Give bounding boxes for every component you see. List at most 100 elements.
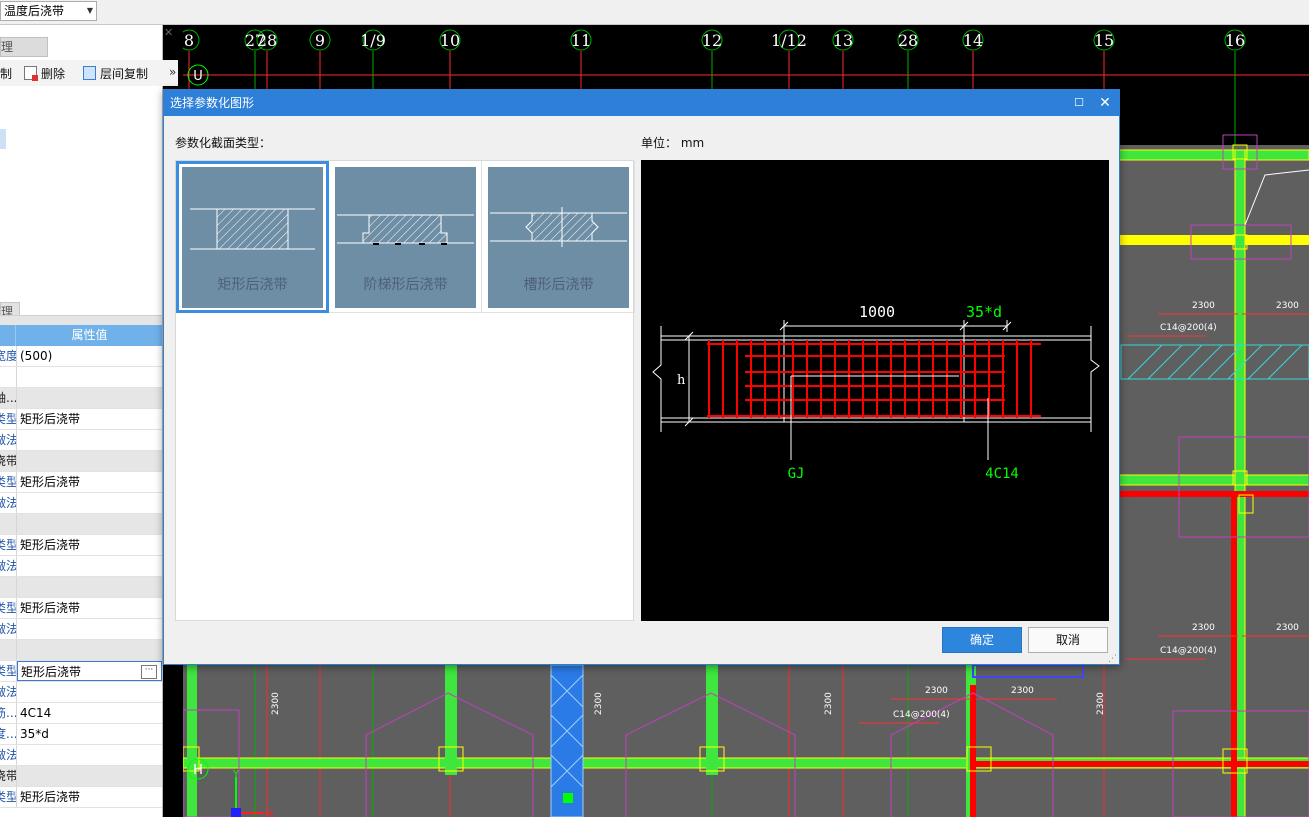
prop-value-text: 35*d xyxy=(20,727,49,741)
cancel-button[interactable]: 取消 xyxy=(1028,627,1108,653)
prop-value-editor[interactable]: 矩形后浇带 ··· xyxy=(17,661,162,681)
props-row[interactable]: 筋...4C14 xyxy=(0,703,162,724)
prop-value[interactable]: 矩形后浇带 xyxy=(17,598,162,618)
shape-label-step: 阶梯形后浇带 xyxy=(363,277,448,293)
props-row[interactable] xyxy=(0,367,162,388)
shape-tile-step[interactable]: 阶梯形后浇带 xyxy=(329,161,482,313)
props-row[interactable]: 类型矩形后浇带 xyxy=(0,409,162,430)
axis-label: 8 xyxy=(184,31,194,50)
props-row[interactable]: 做法 xyxy=(0,493,162,514)
dimension-text: 2300 xyxy=(925,686,948,696)
prop-value[interactable] xyxy=(17,388,162,408)
beam-yellow xyxy=(1113,235,1309,245)
row-label-U: U xyxy=(193,69,203,84)
chevron-down-icon: ▼ xyxy=(86,6,93,15)
props-row[interactable]: 类型矩形后浇带 xyxy=(0,535,162,556)
floor-copy-icon xyxy=(83,66,96,80)
props-group-row[interactable]: 浇带 xyxy=(0,451,162,472)
props-group-row[interactable]: 轴... xyxy=(0,388,162,409)
axis-label: 14 xyxy=(963,31,983,50)
prop-name: 度... xyxy=(0,724,17,744)
close-icon[interactable]: ✕ xyxy=(1098,90,1112,116)
preview-background xyxy=(641,160,1109,621)
tree-selected-row[interactable] xyxy=(0,129,6,149)
props-group-row[interactable] xyxy=(0,577,162,598)
prop-value[interactable] xyxy=(17,514,162,534)
rect-post-cast-thumbnail: 矩形后浇带 xyxy=(182,167,323,308)
props-row[interactable]: 做法 xyxy=(0,745,162,766)
more-actions-button[interactable]: » xyxy=(169,65,176,79)
prop-value[interactable]: 35*d xyxy=(17,724,162,744)
prop-value[interactable] xyxy=(17,640,162,660)
ellipsis-icon[interactable]: ··· xyxy=(141,665,157,679)
props-header-value: 属性值 xyxy=(71,328,108,342)
prop-value[interactable] xyxy=(17,682,162,702)
prop-value[interactable]: (500) xyxy=(17,346,162,366)
props-row[interactable]: 类型矩形后浇带 ··· xyxy=(0,661,162,682)
prop-value[interactable]: 矩形后浇带 xyxy=(17,787,162,807)
dimension-text: 2300 xyxy=(824,692,834,715)
prop-name: 类型 xyxy=(0,598,17,618)
prop-value-text: 矩形后浇带 xyxy=(20,790,81,804)
axis-label: 11 xyxy=(571,31,591,50)
props-row[interactable]: 做法 xyxy=(0,619,162,640)
ucs-y-label: Y xyxy=(232,769,240,780)
shape-label-rect: 矩形后浇带 xyxy=(217,277,288,293)
lap-dim-text: 35*d xyxy=(966,303,1002,321)
props-row[interactable]: 宽度(500) xyxy=(0,346,162,367)
prop-name: 类型 xyxy=(0,787,17,807)
prop-value[interactable]: 矩形后浇带 xyxy=(17,472,162,492)
floor-copy-button[interactable]: 层间复制 xyxy=(83,65,148,82)
prop-value[interactable] xyxy=(17,556,162,576)
red-beam-v2 xyxy=(970,685,976,817)
prop-value[interactable] xyxy=(17,367,162,387)
tab-manage[interactable]: 管理 xyxy=(0,37,48,57)
props-row[interactable]: 度...35*d xyxy=(0,724,162,745)
prop-value[interactable] xyxy=(17,493,162,513)
prop-name: 做法 xyxy=(0,493,17,513)
prop-value[interactable] xyxy=(17,430,162,450)
prop-value[interactable] xyxy=(17,577,162,597)
axis-label: 15 xyxy=(1094,31,1114,50)
dimension-text: 2300 xyxy=(1276,623,1299,633)
select-parametric-shape-dialog: 选择参数化图形 ☐ ✕ 参数化截面类型： 单位： mm 矩形后浇带 阶梯形后浇带… xyxy=(163,89,1120,665)
rebar-main-label: 4C14 xyxy=(985,466,1019,482)
props-row[interactable]: 类型矩形后浇带 xyxy=(0,598,162,619)
resize-grip-icon[interactable]: ⋰ xyxy=(1108,654,1117,664)
prop-name: 轴... xyxy=(0,388,17,408)
height-label: h xyxy=(677,373,686,388)
prop-value[interactable] xyxy=(17,766,162,786)
prop-value[interactable]: 4C14 xyxy=(17,703,162,723)
prop-value[interactable] xyxy=(17,745,162,765)
dialog-titlebar[interactable]: 选择参数化图形 ☐ ✕ xyxy=(164,90,1119,116)
props-group-row[interactable] xyxy=(0,640,162,661)
prop-value[interactable]: 矩形后浇带 xyxy=(17,535,162,555)
prop-name: 做法 xyxy=(0,430,17,450)
shape-tile-groove[interactable]: 槽形后浇带 xyxy=(482,161,635,313)
red-beam-h2 xyxy=(970,761,1309,767)
maximize-icon[interactable]: ☐ xyxy=(1072,90,1086,116)
layer-select-value: 温度后浇带 xyxy=(4,4,65,18)
props-row[interactable]: 类型矩形后浇带 xyxy=(0,472,162,493)
props-header-name-col xyxy=(0,325,16,346)
props-group-row[interactable] xyxy=(0,514,162,535)
prop-value[interactable]: 矩形后浇带 xyxy=(17,409,162,429)
panel-close-icon[interactable]: ✕ xyxy=(164,26,173,39)
props-row[interactable]: 类型矩形后浇带 xyxy=(0,787,162,808)
props-group-row[interactable]: 浇带 xyxy=(0,766,162,787)
dimension-text: C14@200(4) xyxy=(1160,646,1217,656)
props-row[interactable]: 做法 xyxy=(0,682,162,703)
prop-name: 筋... xyxy=(0,703,17,723)
props-row[interactable]: 做法 xyxy=(0,556,162,577)
rebar-gj-label: GJ xyxy=(788,466,805,482)
delete-button[interactable]: 删除 xyxy=(24,65,65,82)
copy-button[interactable]: 复制 xyxy=(0,65,12,82)
props-row[interactable]: 做法 xyxy=(0,430,162,451)
prop-value[interactable] xyxy=(17,451,162,471)
shape-gallery: 矩形后浇带 阶梯形后浇带 槽形后浇带 xyxy=(175,160,635,621)
shape-tile-rect[interactable]: 矩形后浇带 xyxy=(176,161,329,313)
dimension-text: 2300 xyxy=(1011,686,1034,696)
layer-select[interactable]: 温度后浇带 ▼ xyxy=(0,1,97,21)
ok-button[interactable]: 确定 xyxy=(942,627,1022,653)
prop-value[interactable] xyxy=(17,619,162,639)
